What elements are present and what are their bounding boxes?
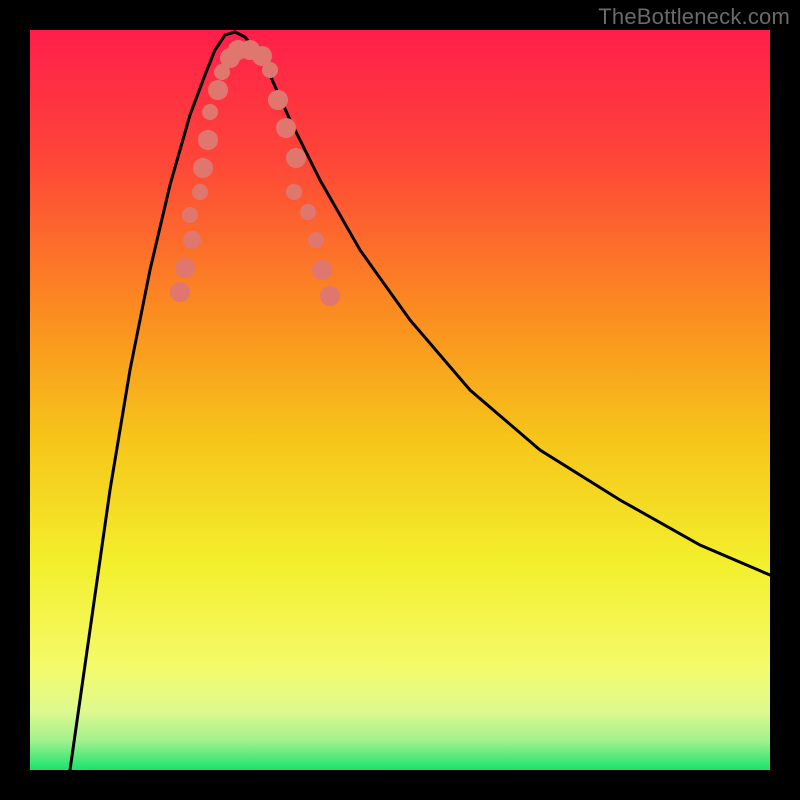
data-marker [262, 62, 278, 78]
data-marker [192, 184, 208, 200]
chart-frame: TheBottleneck.com [0, 0, 800, 800]
watermark-text: TheBottleneck.com [598, 4, 790, 30]
data-marker [170, 282, 190, 302]
data-markers [170, 40, 340, 306]
data-marker [183, 231, 201, 249]
data-marker [320, 286, 340, 306]
data-marker [268, 90, 288, 110]
data-marker [193, 158, 213, 178]
plot-area [30, 30, 770, 770]
data-marker [286, 184, 302, 200]
data-marker [300, 204, 316, 220]
curve-right-branch [235, 32, 770, 575]
curve-layer [30, 30, 770, 770]
data-marker [175, 258, 195, 278]
data-marker [308, 232, 324, 248]
data-marker [276, 118, 296, 138]
data-marker [198, 130, 218, 150]
data-marker [182, 207, 198, 223]
data-marker [208, 80, 228, 100]
data-marker [312, 260, 332, 280]
data-marker [202, 104, 218, 120]
data-marker [286, 148, 306, 168]
